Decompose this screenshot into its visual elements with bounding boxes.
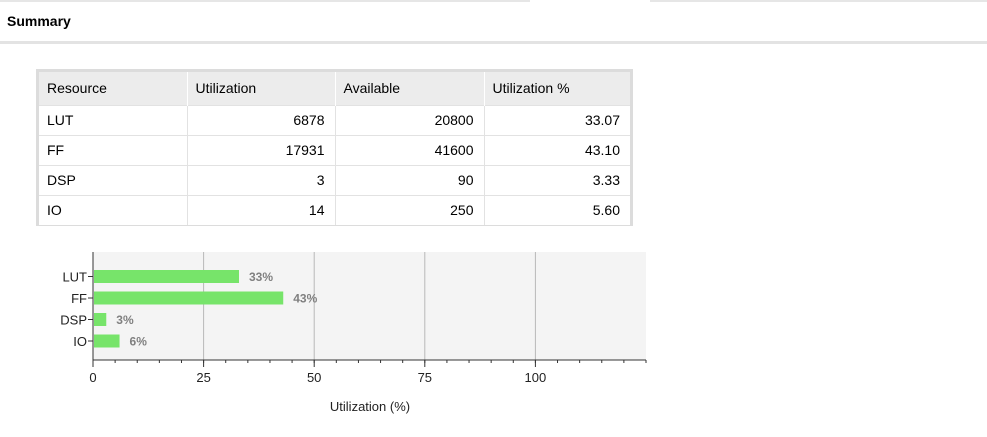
table-row[interactable]: DSP 3 90 3.33 [39, 164, 630, 195]
table-row[interactable]: LUT 6878 20800 33.07 [39, 104, 630, 135]
bar [94, 313, 107, 326]
summary-header: Summary [0, 2, 987, 44]
table-cell-available: 250 [335, 194, 485, 225]
table-cell-resource: IO [39, 194, 188, 225]
x-tick-label: 0 [89, 370, 96, 385]
y-tick-label: DSP [60, 313, 87, 328]
table-cell-utilization: 14 [187, 194, 336, 225]
table-cell-resource: LUT [39, 104, 188, 135]
y-tick-label: LUT [62, 270, 87, 285]
table-row[interactable]: IO 14 250 5.60 [39, 194, 630, 225]
table-cell-available: 20800 [335, 104, 485, 135]
table-cell-utilization-percent: 5.60 [484, 194, 630, 225]
x-axis-title: Utilization (%) [330, 399, 410, 414]
x-tick-label: 25 [196, 370, 210, 385]
table-cell-available: 41600 [335, 134, 485, 165]
utilization-table-panel: Resource Utilization Available Utilizati… [36, 69, 633, 226]
table-header-row: Resource Utilization Available Utilizati… [39, 72, 630, 105]
column-header-resource[interactable]: Resource [39, 72, 188, 105]
x-tick-label: 75 [418, 370, 432, 385]
table-cell-utilization: 17931 [187, 134, 336, 165]
data-label: 6% [130, 335, 148, 349]
bar [94, 270, 239, 283]
column-header-utilization[interactable]: Utilization [187, 72, 336, 105]
table-cell-utilization-percent: 43.10 [484, 134, 630, 165]
table-cell-utilization-percent: 33.07 [484, 104, 630, 135]
utilization-bar-chart: 0 25 50 75 100 Utilization (%) LUT 33% FF 43% DSP 3… [60, 252, 647, 414]
utilization-table: Resource Utilization Available Utilizati… [39, 72, 630, 225]
table-cell-utilization-percent: 3.33 [484, 164, 630, 195]
column-header-available[interactable]: Available [335, 72, 485, 105]
table-cell-utilization: 3 [187, 164, 336, 195]
table-cell-utilization: 6878 [187, 104, 336, 135]
y-tick-label: FF [71, 291, 87, 306]
data-label: 3% [116, 313, 134, 327]
plot-area [93, 252, 646, 360]
x-tick-label: 50 [307, 370, 321, 385]
table-cell-resource: FF [39, 134, 188, 165]
bar [94, 334, 120, 348]
column-header-utilization-percent[interactable]: Utilization % [484, 72, 630, 105]
data-label: 33% [249, 270, 273, 284]
table-cell-available: 90 [335, 164, 485, 195]
data-label: 43% [293, 292, 317, 306]
table-row[interactable]: FF 17931 41600 43.10 [39, 134, 630, 165]
table-cell-resource: DSP [39, 164, 188, 195]
page-title: Summary [7, 13, 71, 29]
bar [94, 291, 284, 305]
x-tick-label: 100 [525, 370, 547, 385]
y-tick-label: IO [73, 334, 87, 349]
